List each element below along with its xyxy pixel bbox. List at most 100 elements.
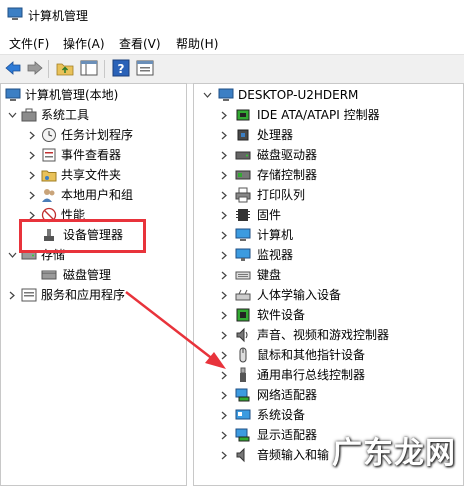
users-icon xyxy=(42,189,55,202)
toolbar: ? xyxy=(0,54,464,84)
chevron-down-icon[interactable] xyxy=(7,245,17,265)
tree-label: 存储 xyxy=(41,248,66,262)
keyboard-icon xyxy=(235,271,251,280)
software-device-icon xyxy=(236,308,250,322)
chevron-right-icon[interactable] xyxy=(219,265,229,285)
category-label: 人体学输入设备 xyxy=(257,288,342,302)
chevron-right-icon[interactable] xyxy=(219,365,229,385)
chevron-right-icon[interactable] xyxy=(27,185,37,205)
chevron-right-icon[interactable] xyxy=(27,205,37,225)
performance-icon xyxy=(41,207,57,223)
storage-icon xyxy=(21,251,37,260)
services-icon xyxy=(21,288,37,302)
chevron-right-icon[interactable] xyxy=(27,125,37,145)
monitor-icon xyxy=(235,248,251,261)
clock-icon xyxy=(42,128,56,142)
category-label: 显示适配器 xyxy=(257,428,318,442)
display-adapter-icon xyxy=(235,428,250,442)
watermark: 广东龙网 xyxy=(332,436,456,471)
shared-folder-icon xyxy=(41,170,57,182)
chevron-right-icon[interactable] xyxy=(219,105,229,125)
computer-icon xyxy=(235,228,251,241)
usb-icon xyxy=(240,367,246,382)
forward-icon[interactable] xyxy=(26,59,44,77)
chevron-right-icon[interactable] xyxy=(219,445,229,465)
toolbar-separator xyxy=(104,60,105,78)
category-label: 打印队列 xyxy=(257,188,306,202)
category-label: 音频输入和输 xyxy=(257,448,330,462)
chevron-right-icon[interactable] xyxy=(219,165,229,185)
menu-bar: 文件(F) 操作(A) 查看(V) 帮助(H) xyxy=(0,30,464,54)
category-label: 网络适配器 xyxy=(257,388,318,402)
chevron-right-icon[interactable] xyxy=(219,145,229,165)
hid-icon xyxy=(235,289,251,301)
tree-label: 本地用户和组 xyxy=(61,188,134,202)
properties-icon[interactable] xyxy=(136,59,154,77)
back-icon[interactable] xyxy=(4,59,22,77)
chevron-right-icon[interactable] xyxy=(219,225,229,245)
chevron-right-icon[interactable] xyxy=(27,165,37,185)
category-label: 固件 xyxy=(257,208,282,222)
audio-io-icon xyxy=(236,447,245,463)
category-label: 软件设备 xyxy=(257,308,306,322)
category-label: 监视器 xyxy=(257,248,294,262)
chevron-down-icon[interactable] xyxy=(7,105,17,125)
tree-label: 系统工具 xyxy=(41,108,90,122)
category-label: 鼠标和其他指针设备 xyxy=(257,348,366,362)
menu-help[interactable]: 帮助(H) xyxy=(176,35,218,52)
category-label: 处理器 xyxy=(257,128,294,142)
toolbar-separator xyxy=(48,60,49,78)
show-hide-tree-icon[interactable] xyxy=(80,59,98,77)
menu-action[interactable]: 操作(A) xyxy=(63,35,105,52)
category-label: 磁盘驱动器 xyxy=(257,148,318,162)
tree-label: 设备管理器 xyxy=(63,228,124,242)
event-viewer-icon xyxy=(42,148,56,162)
chevron-right-icon[interactable] xyxy=(219,325,229,345)
storage-controller-icon xyxy=(235,170,251,180)
tree-label: 磁盘管理 xyxy=(63,268,112,282)
printer-icon xyxy=(235,187,251,203)
chevron-right-icon[interactable] xyxy=(219,405,229,425)
chevron-right-icon[interactable] xyxy=(219,385,229,405)
device-list-pane[interactable]: DESKTOP-U2HDERM IDE ATA/ATAPI 控制器 处理器 磁盘… xyxy=(193,83,464,486)
computer-icon xyxy=(218,88,234,101)
chevron-right-icon[interactable] xyxy=(219,305,229,325)
chevron-right-icon[interactable] xyxy=(219,425,229,445)
tree-label: 共享文件夹 xyxy=(61,168,122,182)
chevron-right-icon[interactable] xyxy=(219,345,229,365)
network-adapter-icon xyxy=(235,388,250,402)
category-label: 键盘 xyxy=(257,268,282,282)
category-label: 声音、视频和游戏控制器 xyxy=(257,328,390,342)
chevron-right-icon[interactable] xyxy=(7,285,17,305)
category-label: 存储控制器 xyxy=(257,168,318,182)
ide-controller-icon xyxy=(236,109,250,121)
window-title: 计算机管理 xyxy=(28,9,89,23)
tree-label: 任务计划程序 xyxy=(61,128,134,142)
firmware-icon xyxy=(236,209,250,221)
svg-text:?: ? xyxy=(118,62,125,76)
category-label: 计算机 xyxy=(257,228,294,242)
chevron-right-icon[interactable] xyxy=(219,185,229,205)
chevron-right-icon[interactable] xyxy=(219,245,229,265)
chevron-right-icon[interactable] xyxy=(219,205,229,225)
chevron-right-icon[interactable] xyxy=(219,125,229,145)
computer-management-icon xyxy=(5,88,21,101)
computer-management-icon xyxy=(7,7,23,20)
chevron-right-icon[interactable] xyxy=(27,145,37,165)
tree-label: 事件查看器 xyxy=(61,148,122,162)
chevron-down-icon[interactable] xyxy=(202,85,212,105)
category-label: IDE ATA/ATAPI 控制器 xyxy=(257,108,380,122)
chevron-right-icon[interactable] xyxy=(219,285,229,305)
help-icon[interactable]: ? xyxy=(112,59,130,77)
menu-file[interactable]: 文件(F) xyxy=(9,35,49,52)
category-label: 系统设备 xyxy=(257,408,306,422)
disk-management-icon xyxy=(41,270,57,280)
processor-icon xyxy=(237,129,249,141)
toolbox-icon xyxy=(21,108,37,122)
tree-label: 性能 xyxy=(61,208,86,222)
speaker-icon xyxy=(236,327,248,343)
console-tree-pane[interactable]: 计算机管理(本地) 系统工具 任务计划程序 事件查看器 共享文件夹 本地用户和组… xyxy=(0,83,187,486)
tree-label: 服务和应用程序 xyxy=(41,288,126,302)
menu-view[interactable]: 查看(V) xyxy=(119,35,161,52)
up-folder-icon[interactable] xyxy=(56,59,74,77)
